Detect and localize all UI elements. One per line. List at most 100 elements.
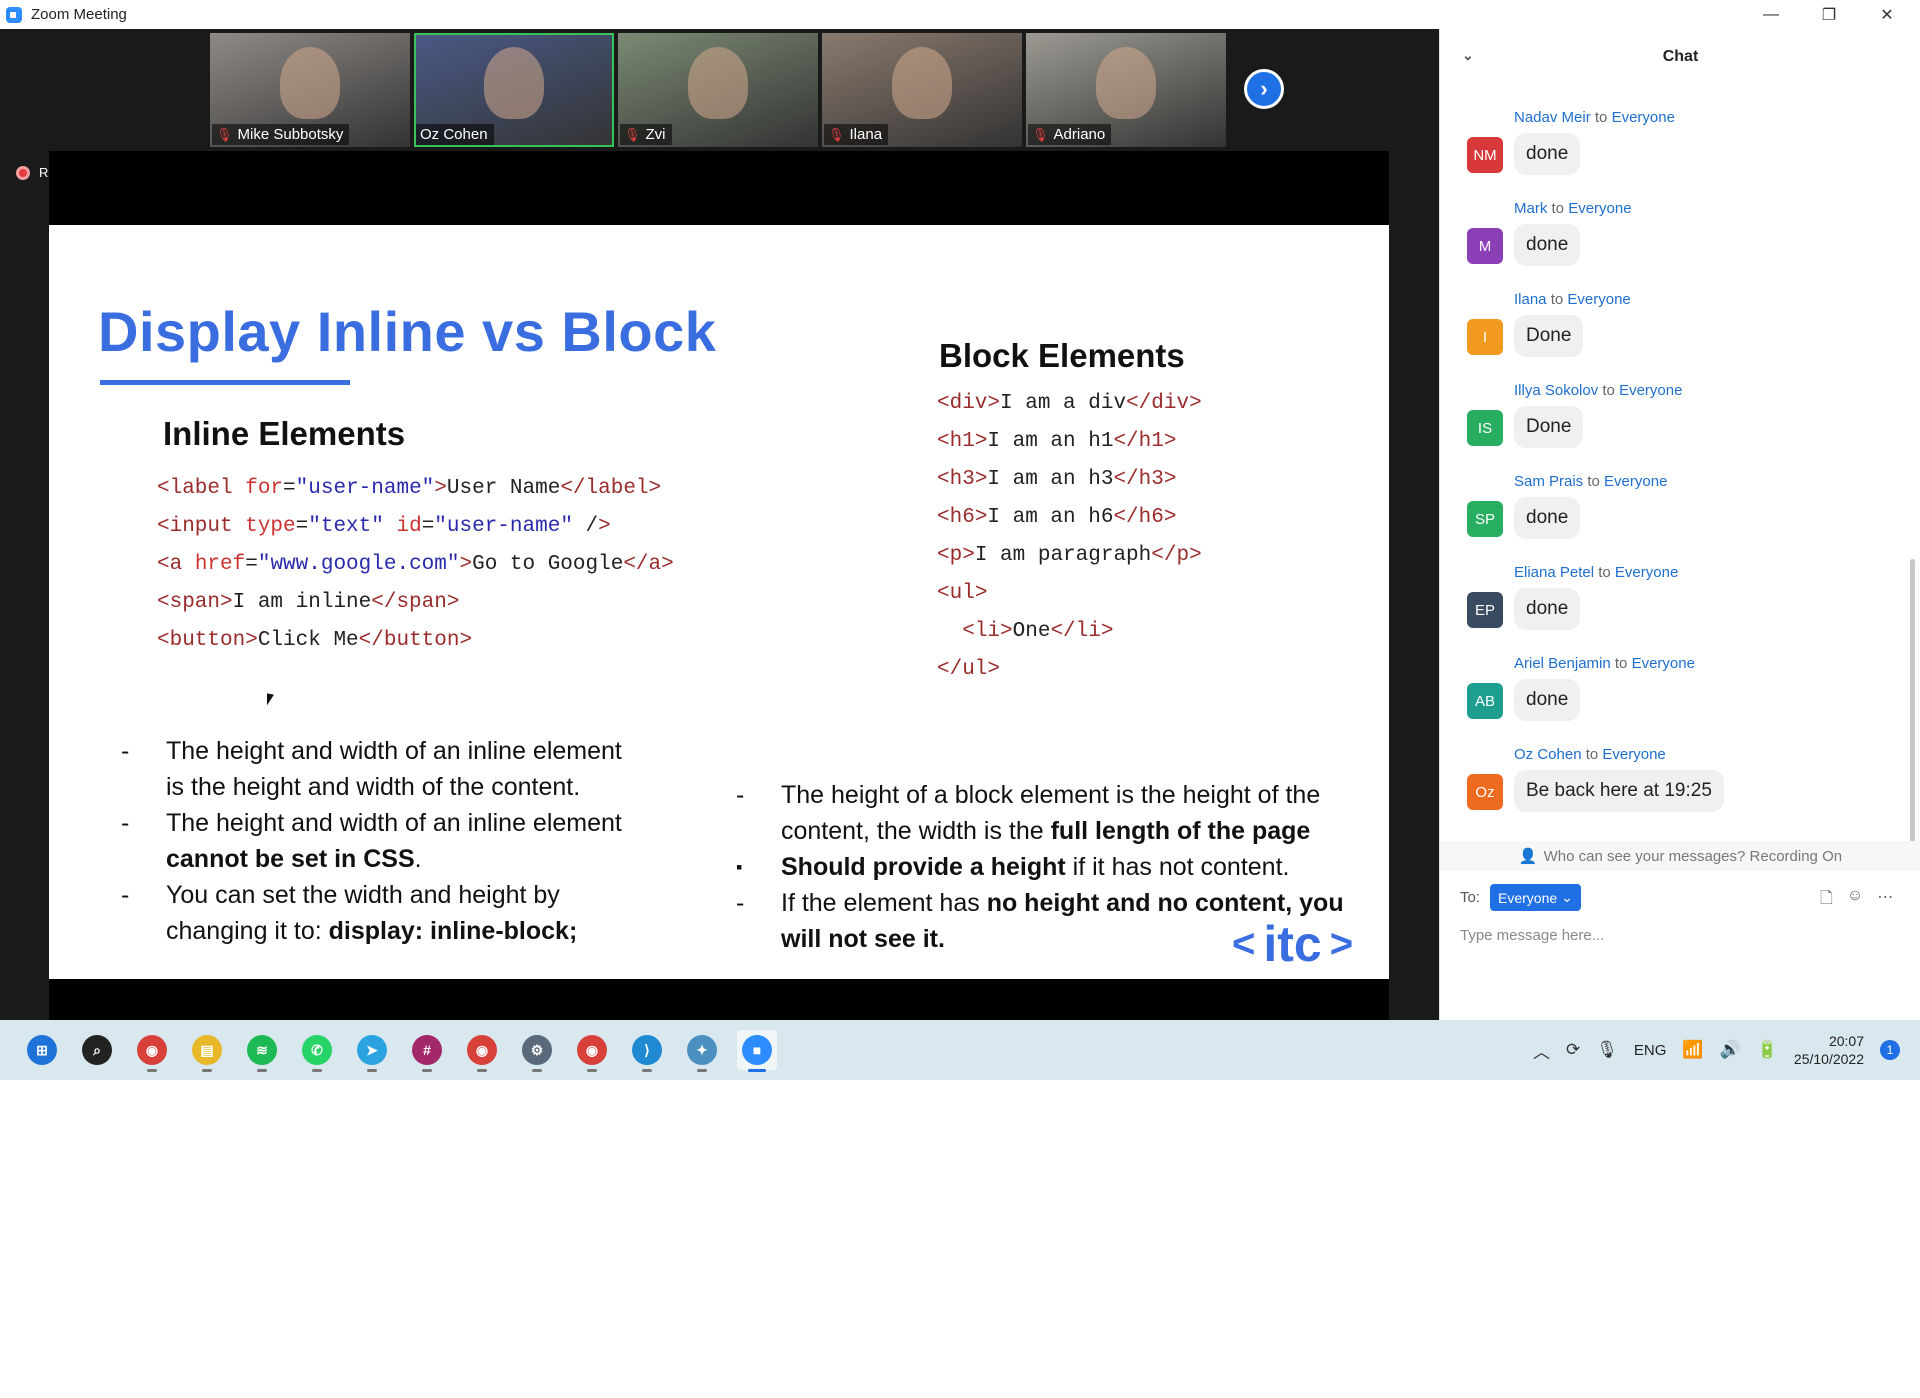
message-header: Mark to Everyone <box>1514 200 1632 217</box>
bullet-text: cannot be set in CSS <box>166 845 415 873</box>
vscode-taskbar-icon[interactable]: ⟩ <box>627 1030 667 1072</box>
chat-message[interactable]: Sam Prais to Everyone SP done <box>1440 473 1900 564</box>
chat-panel: ⌄ Chat Nadav Meir to Everyone NM done Mark … <box>1439 29 1920 1020</box>
participant-video[interactable]: 🎙︎ Adriano <box>1026 33 1226 147</box>
privacy-note-text: Who can see your messages? Recording On <box>1543 847 1843 865</box>
chat-message[interactable]: Mark to Everyone Mdone <box>1440 200 1900 291</box>
avatar: NM <box>1467 137 1503 173</box>
message-bubble: Done <box>1514 406 1584 448</box>
participant-video[interactable]: 🎙︎ Mike Subbotsky <box>210 33 410 147</box>
chat-recipient-row: To: Everyone ⌄ <box>1460 884 1581 911</box>
participant-video[interactable]: Oz Cohen <box>414 33 614 147</box>
clock[interactable]: 20:07 25/10/2022 <box>1794 1032 1864 1068</box>
chat-scrollbar[interactable] <box>1910 559 1915 864</box>
battery-icon[interactable]: 🔋 <box>1757 1040 1778 1060</box>
chat-message[interactable]: Ariel Benjamin to Everyone AB done <box>1440 655 1900 746</box>
message-header: Illya Sokolov to Everyone <box>1514 382 1682 399</box>
code-line: <a href="www.google.com">Go to Google</a… <box>157 553 674 576</box>
participant-silhouette <box>892 47 952 119</box>
message-bubble: done <box>1514 224 1581 266</box>
participant-video[interactable]: 🎙︎ Ilana <box>822 33 1022 147</box>
recipient-name: Everyone <box>1604 473 1668 490</box>
running-indicator <box>367 1069 377 1072</box>
chat-message[interactable]: Nadav Meir to Everyone NM done <box>1440 109 1900 200</box>
microphone-icon[interactable]: 🎙 <box>1596 1040 1618 1060</box>
telegram-taskbar-icon[interactable]: ➤ <box>352 1030 392 1072</box>
slide-title: Display Inline vs Block <box>98 300 717 363</box>
chrome-taskbar-icon[interactable]: ◉ <box>132 1030 172 1072</box>
emoji-icon[interactable]: ☺ <box>1847 887 1863 914</box>
sender-name: Illya Sokolov <box>1514 382 1599 399</box>
to-word: to <box>1614 655 1628 672</box>
running-indicator <box>587 1069 597 1072</box>
bullet-text: If the element has <box>781 889 987 917</box>
recipient-value: Everyone <box>1498 889 1558 906</box>
slack-taskbar-icon[interactable]: # <box>407 1030 447 1072</box>
file-explorer-icon: ▤ <box>192 1035 222 1065</box>
sync-icon[interactable]: ⟳ <box>1566 1040 1580 1060</box>
close-button[interactable]: ✕ <box>1858 0 1916 29</box>
sender-name: Mark <box>1514 200 1548 217</box>
restore-button[interactable]: ❐ <box>1800 0 1858 29</box>
wifi-icon[interactable]: 📶 <box>1682 1040 1703 1060</box>
bullet-text: if it has not content. <box>1065 853 1290 881</box>
more-icon[interactable]: ⋯ <box>1877 887 1893 914</box>
message-header: Nadav Meir to Everyone <box>1514 109 1675 126</box>
minimize-button[interactable]: — <box>1742 0 1800 29</box>
code-line: <h6>I am an h6</h6> <box>937 506 1177 529</box>
file-icon[interactable]: 🗋 <box>1820 887 1833 914</box>
recipient-name: Everyone <box>1611 109 1675 126</box>
chevron-up-icon[interactable]: ︿ <box>1533 1038 1550 1063</box>
participant-name: Ilana <box>849 126 883 143</box>
sender-name: Oz Cohen <box>1514 746 1582 763</box>
recipient-name: Everyone <box>1568 200 1632 217</box>
bullet-text: full length of the page <box>1050 817 1311 845</box>
chat-message[interactable]: Ilana to Everyone I Done <box>1440 291 1900 382</box>
recipient-name: Everyone <box>1602 746 1666 763</box>
message-header: Ilana to Everyone <box>1514 291 1631 308</box>
code-line: <p>I am paragraph</p> <box>937 544 1202 567</box>
code-line: <ul> <box>937 582 988 605</box>
file-explorer-taskbar-icon[interactable]: ▤ <box>187 1030 227 1072</box>
next-participants-button[interactable]: › <box>1244 69 1284 109</box>
bullet-item: You can set the width and height by chan… <box>121 877 641 949</box>
chat-privacy-note[interactable]: 👤 Who can see your messages? Recording O… <box>1440 841 1920 871</box>
start-icon: ⊞ <box>27 1035 57 1065</box>
recipient-name: Everyone <box>1619 382 1683 399</box>
search-taskbar-icon[interactable]: ⌕ <box>77 1030 117 1070</box>
spotify-taskbar-icon[interactable]: ≋ <box>242 1030 282 1072</box>
running-indicator <box>422 1069 432 1072</box>
chat-message[interactable]: Eliana Petel to Everyone EP done <box>1440 564 1900 655</box>
chat-message-input[interactable] <box>1460 921 1900 949</box>
bullet-item: The height and width of an inline elemen… <box>121 733 641 805</box>
start-taskbar-icon[interactable]: ⊞ <box>22 1030 62 1070</box>
zoom-taskbar-icon[interactable]: ■ <box>737 1030 777 1072</box>
sender-name: Ariel Benjamin <box>1514 655 1611 672</box>
language-indicator[interactable]: ENG <box>1634 1042 1667 1059</box>
chrome-profile-taskbar-icon[interactable]: ◉ <box>462 1030 502 1072</box>
bullet-text: The height and width of an inline elemen… <box>166 809 622 837</box>
code-line: <button>Click Me</button> <box>157 629 473 652</box>
message-bubble: done <box>1514 679 1581 721</box>
bullet-text: The height and width of an inline elemen… <box>166 737 622 801</box>
message-bubble: done <box>1514 133 1581 175</box>
volume-icon[interactable]: 🔊 <box>1720 1040 1741 1060</box>
chat-message[interactable]: Oz Cohen to Everyone Oz Be back here at 19… <box>1440 746 1900 837</box>
recipient-dropdown[interactable]: Everyone ⌄ <box>1490 884 1581 911</box>
notification-badge[interactable]: 1 <box>1880 1040 1900 1060</box>
settings-taskbar-icon[interactable]: ⚙ <box>517 1030 557 1072</box>
avatar: I <box>1467 319 1503 355</box>
whatsapp-taskbar-icon[interactable]: ✆ <box>297 1030 337 1072</box>
person-icon: 👤 <box>1518 848 1538 865</box>
network-app-taskbar-icon[interactable]: ✦ <box>682 1030 722 1072</box>
running-indicator <box>642 1069 652 1072</box>
to-word: to <box>1598 564 1611 581</box>
avatar: Oz <box>1467 774 1503 810</box>
chrome-2-taskbar-icon[interactable]: ◉ <box>572 1030 612 1072</box>
chevron-down-icon[interactable]: ⌄ <box>1462 47 1474 64</box>
running-indicator <box>257 1069 267 1072</box>
network-app-icon: ✦ <box>687 1035 717 1065</box>
participant-video[interactable]: 🎙︎ Zvi <box>618 33 818 147</box>
code-line: <div>I am a div</div> <box>937 392 1202 415</box>
chat-message[interactable]: Illya Sokolov to Everyone IS Done <box>1440 382 1900 473</box>
